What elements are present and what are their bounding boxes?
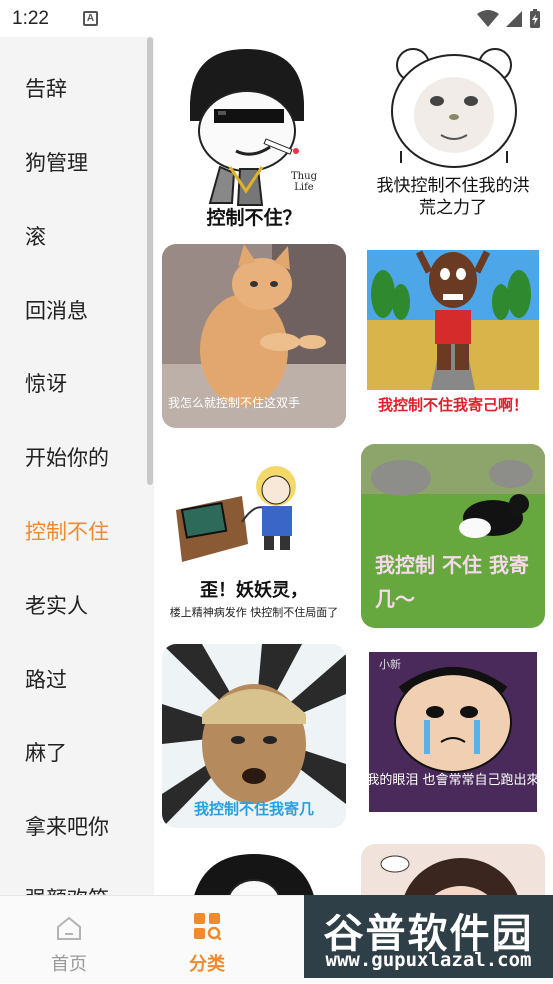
sidebar-item[interactable]: 告辞: [25, 73, 67, 103]
wifi-icon: [477, 9, 499, 27]
sticker-tile[interactable]: 歪！妖妖灵， 楼上精神病发作 快控制不住局面了: [162, 444, 346, 628]
watermark-banner: 谷普软件园 www.gupuxlazal.com: [304, 895, 553, 978]
sticker-subcaption: 楼上精神病发作 快控制不住局面了: [169, 606, 339, 619]
sticker-image: [162, 43, 346, 227]
sticker-extra-text: Thug Life: [291, 171, 317, 193]
sticker-image: [361, 844, 545, 895]
tab-category-label: 分类: [189, 954, 225, 975]
status-time: 1:22: [12, 7, 49, 29]
sidebar-item[interactable]: 路过: [25, 664, 67, 694]
sidebar-item[interactable]: 拿来吧你: [25, 811, 109, 841]
sticker-tile[interactable]: [361, 844, 545, 895]
sidebar-item-active[interactable]: 控制不住: [25, 516, 109, 546]
sidebar-item[interactable]: 麻了: [25, 737, 67, 767]
category-grid-icon: [194, 913, 221, 940]
sticker-image: [162, 844, 346, 895]
sidebar-item[interactable]: 强颜欢笑: [25, 883, 109, 895]
sticker-tile[interactable]: [162, 844, 346, 895]
sticker-caption: 歪！妖妖灵，: [200, 580, 308, 601]
category-sidebar[interactable]: 告辞 狗管理 滚 回消息 惊讶 开始你的 控制不住 老实人 路过 麻了 拿来吧你…: [0, 37, 154, 895]
sidebar-item[interactable]: 开始你的: [25, 442, 109, 472]
battery-icon: [530, 8, 540, 28]
sticker-tile[interactable]: 我控制 不住 我寄几～: [361, 444, 545, 628]
sticker-caption: 我的眼泪 也會常常自己跑出來: [366, 773, 540, 788]
sticker-tile[interactable]: 小新 我的眼泪 也會常常自己跑出來: [361, 644, 545, 828]
notification-a-icon: A: [82, 11, 98, 26]
sticker-caption: 我控制不住我寄己啊！: [377, 396, 528, 414]
sidebar-item[interactable]: 惊讶: [25, 368, 67, 398]
sticker-caption: 我快控制不住我的洪荒之力了: [376, 176, 530, 218]
sticker-tile[interactable]: 控制不住？ Thug Life: [162, 43, 346, 227]
status-bar: 1:22 A: [0, 0, 553, 37]
sidebar-scrollbar[interactable]: [147, 37, 153, 485]
sticker-tile[interactable]: 我控制不住我寄己啊！: [361, 244, 545, 428]
sticker-grid[interactable]: 控制不住？ Thug Life 我快控制不住我的洪荒之力了 我怎么就控制不住这双…: [154, 37, 553, 895]
tab-category[interactable]: 分类: [147, 896, 267, 984]
sticker-tile[interactable]: 我怎么就控制不住这双手: [162, 244, 346, 428]
sticker-tile[interactable]: 我控制不住我寄几: [162, 644, 346, 828]
watermark-url: www.gupuxlazal.com: [325, 949, 532, 971]
sticker-caption: 我控制不住我寄几: [193, 800, 314, 818]
sticker-caption: 我控制 不住 我寄几～: [375, 553, 529, 611]
sticker-tile[interactable]: 我快控制不住我的洪荒之力了: [361, 43, 545, 227]
sidebar-item[interactable]: 滚: [25, 221, 46, 251]
sticker-extra-text: 小新: [379, 658, 401, 671]
cell-signal-icon: [506, 10, 522, 27]
tab-home[interactable]: 首页: [9, 896, 129, 984]
home-icon: [57, 916, 81, 940]
sticker-caption: 控制不住？: [206, 207, 302, 227]
sidebar-item[interactable]: 回消息: [25, 295, 88, 325]
sticker-caption: 我怎么就控制不住这双手: [168, 396, 301, 410]
sidebar-item[interactable]: 狗管理: [25, 147, 88, 177]
sidebar-item[interactable]: 老实人: [25, 590, 88, 620]
tab-home-label: 首页: [51, 954, 87, 975]
